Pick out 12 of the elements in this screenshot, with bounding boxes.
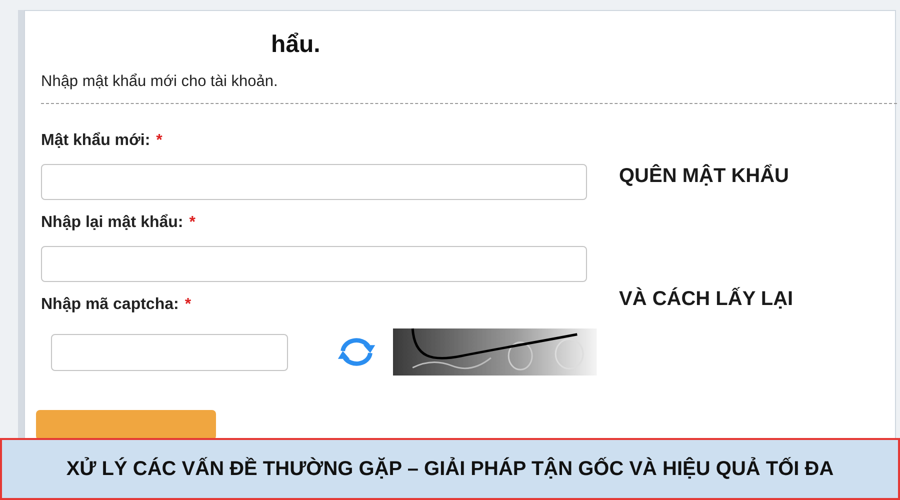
submit-button[interactable] bbox=[36, 410, 216, 440]
headline-text: VÀ CÁCH LẤY LẠI bbox=[619, 288, 794, 311]
password-field[interactable] bbox=[41, 164, 587, 200]
headline-text: QUÊN MẬT KHẨU bbox=[619, 165, 790, 188]
form-title: hẩu. bbox=[271, 30, 322, 60]
field-label: Nhập lại mật khẩu: * bbox=[41, 214, 196, 232]
field-label: Mật khẩu mới: * bbox=[41, 132, 164, 150]
captcha-field[interactable] bbox=[51, 334, 288, 370]
form-subtitle: Nhập mật khẩu mới cho tài khoản. bbox=[41, 73, 279, 91]
banner-text: XỬ LÝ CÁC VẤN ĐỀ THƯỜNG GẶP – GIẢI PHÁP TẬN GỐC VÀ HIỆU QUẢ TỐI ĐA bbox=[66, 458, 834, 480]
password-field[interactable] bbox=[41, 246, 587, 282]
field-label: Nhập mã captcha: * bbox=[41, 296, 192, 314]
